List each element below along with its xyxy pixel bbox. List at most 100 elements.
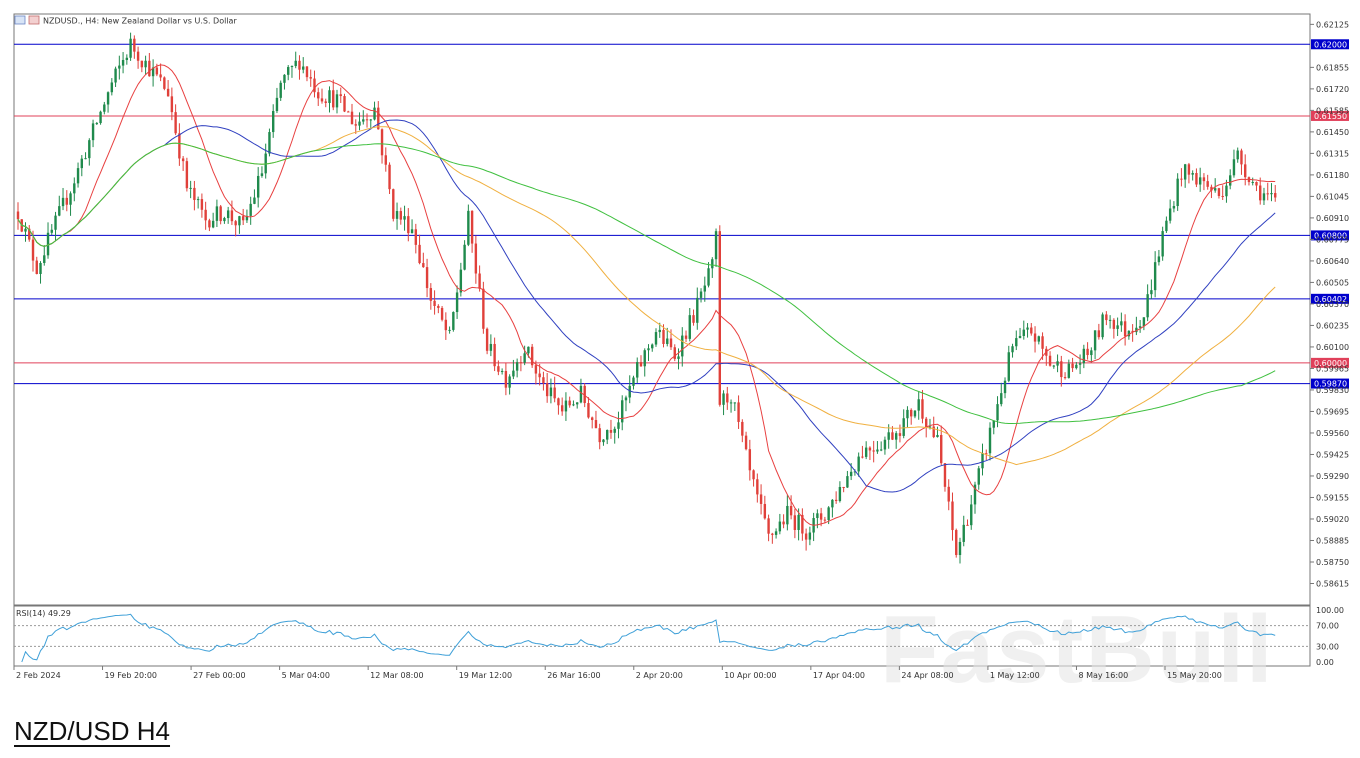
candle-body bbox=[861, 456, 864, 458]
candle-body bbox=[613, 428, 616, 433]
price-tick-label: 0.59560 bbox=[1316, 429, 1349, 438]
candle-body bbox=[129, 38, 132, 58]
candle-body bbox=[118, 65, 121, 69]
candle-body bbox=[377, 107, 380, 130]
candle-body bbox=[328, 90, 331, 103]
candle-body bbox=[883, 439, 887, 450]
candle-body bbox=[50, 229, 53, 233]
candle-body bbox=[977, 468, 980, 485]
time-tick-label: 19 Mar 12:00 bbox=[459, 671, 512, 680]
moving-average-line bbox=[17, 126, 1276, 466]
time-tick-label: 5 Mar 04:00 bbox=[282, 671, 330, 680]
candle-body bbox=[594, 420, 598, 429]
candle-body bbox=[1251, 182, 1254, 184]
candle-body bbox=[1172, 206, 1176, 209]
candle-body bbox=[542, 377, 545, 384]
time-tick-label: 26 Mar 16:00 bbox=[547, 671, 600, 680]
candle-body bbox=[39, 262, 42, 274]
candle-body bbox=[669, 338, 673, 348]
candle-body bbox=[1259, 185, 1262, 201]
chart-header: NZDUSD., H4: New Zealand Dollar vs U.S. … bbox=[14, 15, 237, 26]
candle-body bbox=[80, 158, 83, 169]
candle-body bbox=[58, 206, 61, 216]
moving-average-line bbox=[17, 142, 1276, 424]
candle-body bbox=[230, 210, 234, 222]
candle-body bbox=[384, 155, 387, 165]
candle-body bbox=[808, 532, 812, 540]
candle-body bbox=[1105, 314, 1108, 321]
candle-body bbox=[324, 101, 327, 103]
candle-body bbox=[1266, 193, 1269, 195]
candle-body bbox=[121, 59, 125, 66]
candle-body bbox=[838, 486, 842, 502]
rsi-tick-label: 0.00 bbox=[1316, 658, 1334, 667]
time-tick-label: 19 Feb 20:00 bbox=[105, 671, 157, 680]
candle-body bbox=[380, 129, 384, 156]
candle-body bbox=[200, 199, 204, 210]
candle-body bbox=[500, 371, 504, 373]
candle-body bbox=[343, 96, 346, 112]
candle-body bbox=[898, 433, 902, 436]
candle-body bbox=[388, 164, 391, 190]
candle-body bbox=[707, 268, 710, 286]
candle-body bbox=[534, 365, 538, 374]
candle-body bbox=[579, 385, 583, 403]
candle-body bbox=[692, 315, 695, 323]
candle-body bbox=[1142, 317, 1146, 327]
candle-body bbox=[474, 243, 478, 274]
candle-body bbox=[917, 399, 920, 411]
candle-body bbox=[1097, 330, 1101, 338]
candle-body bbox=[823, 519, 827, 521]
candle-body bbox=[636, 362, 639, 378]
candle-body bbox=[955, 530, 958, 556]
candle-body bbox=[249, 203, 252, 216]
candle-body bbox=[925, 418, 928, 428]
candle-body bbox=[647, 348, 650, 351]
candle-body bbox=[133, 38, 136, 52]
candle-body bbox=[46, 232, 50, 256]
candle-body bbox=[819, 513, 823, 520]
candle-body bbox=[666, 338, 669, 344]
time-tick-label: 24 Apr 08:00 bbox=[901, 671, 953, 680]
candle-body bbox=[1116, 325, 1119, 329]
candle-body bbox=[365, 119, 369, 121]
price-tick-label: 0.58615 bbox=[1316, 579, 1349, 588]
candle-body bbox=[317, 92, 320, 99]
candle-body bbox=[1225, 185, 1228, 197]
price-tick-label: 0.59425 bbox=[1316, 450, 1349, 459]
candle-body bbox=[643, 350, 646, 367]
candle-body bbox=[429, 288, 433, 301]
candle-body bbox=[906, 409, 909, 419]
candle-body bbox=[508, 376, 511, 388]
candle-body bbox=[347, 111, 350, 113]
candle-body bbox=[1187, 164, 1191, 175]
candle-body bbox=[196, 199, 200, 201]
symbol-title: NZDUSD., H4: New Zealand Dollar vs U.S. … bbox=[43, 17, 237, 26]
candle-body bbox=[1071, 363, 1074, 369]
candle-body bbox=[155, 67, 159, 75]
time-tick-label: 27 Feb 00:00 bbox=[193, 671, 245, 680]
candle-body bbox=[1112, 319, 1116, 329]
moving-average-line bbox=[17, 119, 1276, 493]
candle-body bbox=[1123, 321, 1127, 337]
candle-body bbox=[298, 60, 301, 70]
time-tick-label: 8 May 16:00 bbox=[1078, 671, 1128, 680]
price-tick-label: 0.59290 bbox=[1316, 472, 1349, 481]
candle-body bbox=[339, 94, 342, 97]
candle-body bbox=[606, 430, 609, 440]
candle-body bbox=[774, 531, 778, 535]
candle-body bbox=[587, 403, 590, 418]
candle-body bbox=[1026, 327, 1029, 330]
candle-body bbox=[125, 57, 129, 60]
candle-body bbox=[61, 197, 65, 207]
candle-body bbox=[181, 158, 185, 162]
candle-body bbox=[1157, 256, 1161, 263]
candle-body bbox=[714, 231, 718, 260]
candle-body bbox=[1030, 327, 1033, 334]
candle-body bbox=[91, 123, 95, 141]
candle-body bbox=[1217, 188, 1221, 196]
candle-body bbox=[1052, 365, 1056, 367]
candle-body bbox=[414, 229, 418, 245]
candle-body bbox=[996, 404, 999, 421]
candle-body bbox=[793, 515, 797, 530]
